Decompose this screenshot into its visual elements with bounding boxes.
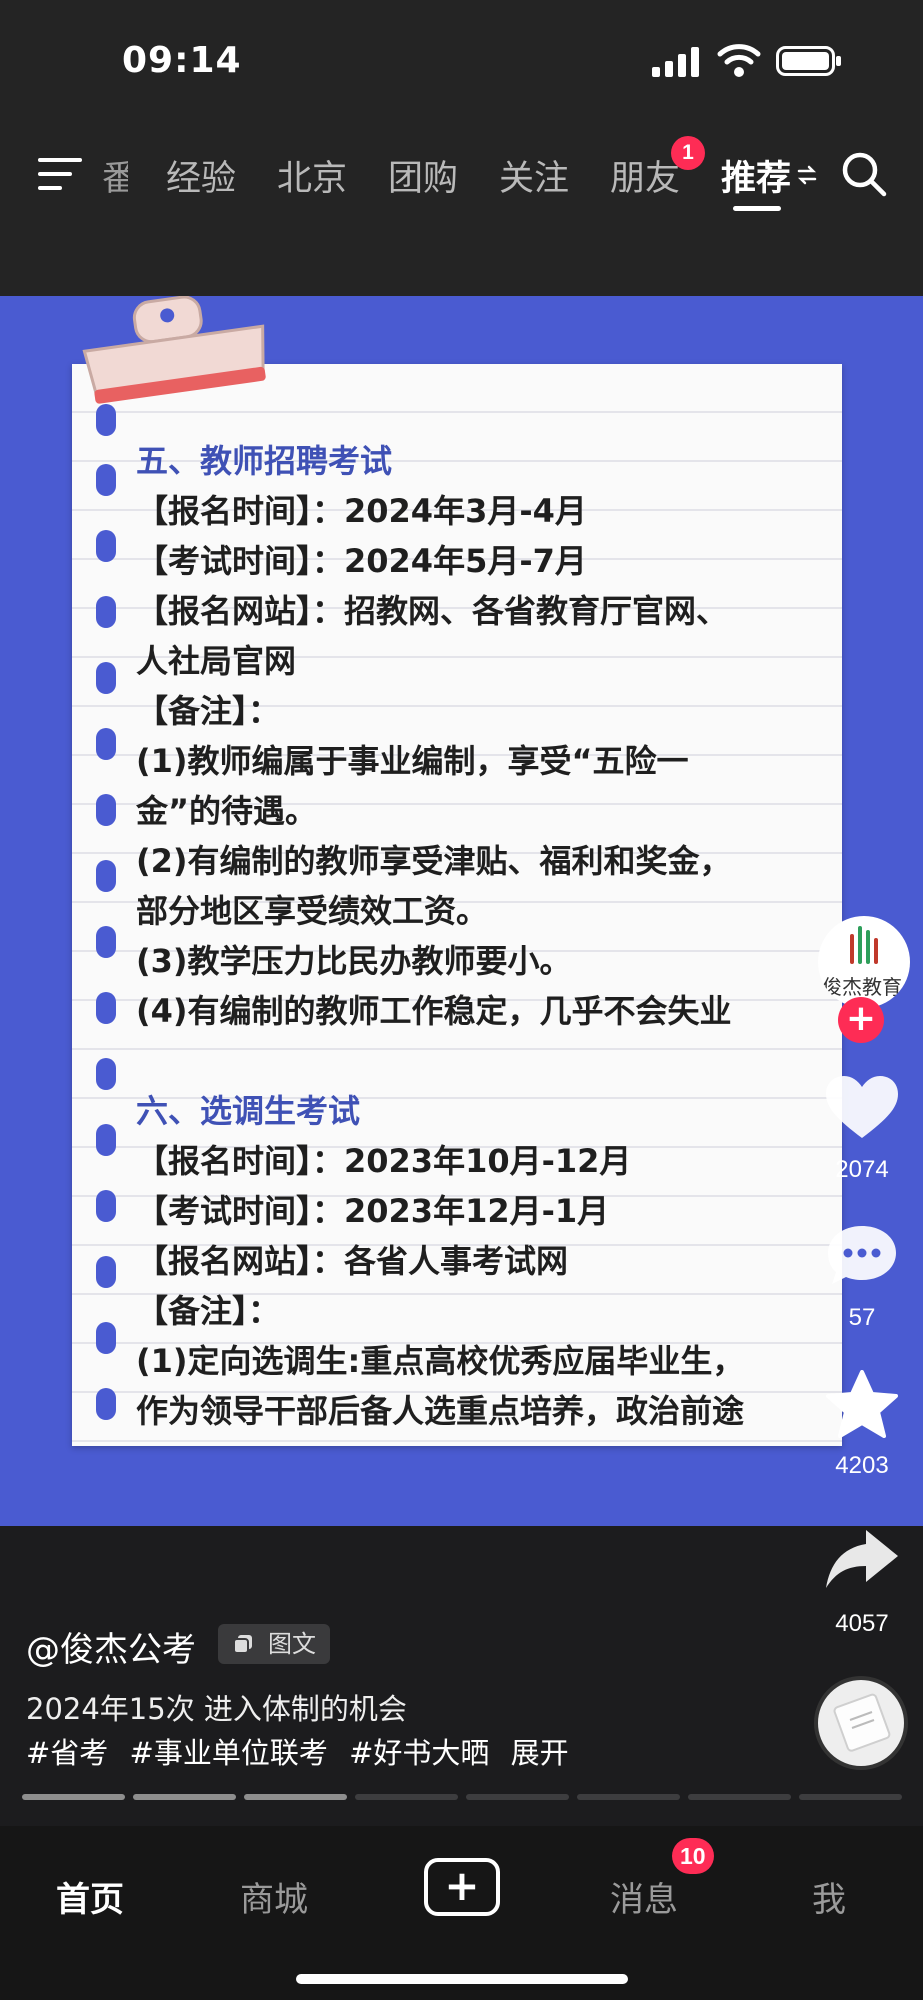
hashtag-link[interactable]: #事业单位联考 [130,1736,328,1770]
note-line: (3)教学压力比民办教师要小。 [136,942,572,980]
music-disc[interactable] [814,1676,908,1770]
binder-hole [96,992,116,1024]
tab-me[interactable]: 我 [812,1872,846,1921]
note-line: 作为领导干部后备人选重点培养，政治前途 [136,1392,745,1430]
progress-segment [133,1794,236,1800]
like-icon[interactable] [822,1072,902,1142]
section-title: 五、教师招聘考试 [136,442,393,480]
image-progress-bar [22,1794,902,1800]
search-icon[interactable] [840,150,888,198]
note-line: (1)教师编属于事业编制，享受“五险一 [136,742,689,780]
author-avatar[interactable]: 俊杰教育 [818,916,910,1008]
progress-segment [244,1794,347,1800]
note-paper: 五、教师招聘考试 【报名时间】：2024年3月-4月 【考试时间】：2024年5… [72,364,842,1446]
friends-badge: 1 [671,136,705,170]
post-caption: 2024年15次 进入体制的机会 [26,1692,407,1726]
home-indicator [296,1974,628,1984]
create-button[interactable]: + [424,1858,500,1916]
comment-icon[interactable] [822,1220,902,1290]
binder-hole [96,530,116,562]
note-line: (4)有编制的教师工作稳定，几乎不会失业 [136,992,732,1030]
tab-recommend[interactable]: 推荐 [721,150,791,201]
hashtag-link[interactable]: #省考 [26,1736,108,1770]
binder-hole [96,1388,116,1420]
battery-icon [776,46,841,76]
tab-experience[interactable]: 经验 [166,150,236,201]
tab-friends[interactable]: 朋友 [610,150,680,201]
binder-hole [96,1256,116,1288]
follow-button[interactable]: + [838,997,884,1043]
note-line: 金”的待遇。 [136,792,318,830]
tab-mall[interactable]: 商城 [240,1872,308,1921]
binder-hole [96,794,116,826]
avatar-text: 俊杰教育 [822,975,902,999]
status-time: 09:14 [122,40,242,81]
wifi-icon [717,44,761,77]
note-line: 【备注】： [136,692,281,730]
author-name[interactable]: @俊杰公考 [26,1622,196,1671]
binder-hole [96,1058,116,1090]
paper-clip-icon [82,296,266,404]
note-line: 部分地区享受绩效工资。 [136,892,489,930]
note-line: 【备注】： [136,1292,281,1330]
tab-partial[interactable]: 番 [102,150,128,201]
hashtag-link[interactable]: #好书大晒 [349,1736,489,1770]
progress-segment [22,1794,125,1800]
album-cover-icon [833,1693,891,1752]
top-nav: 番 经验 北京 团购 关注 朋友 1 推荐 [0,120,923,296]
switch-icon[interactable] [797,164,817,186]
comment-count: 57 [848,1304,876,1331]
share-count: 4057 [835,1610,889,1637]
tab-following[interactable]: 关注 [499,150,569,201]
progress-segment [355,1794,458,1800]
tab-group-buy[interactable]: 团购 [388,150,458,201]
note-line: 【报名时间】：2023年10月-12月 [136,1142,632,1180]
brand-logo-icon [850,926,878,964]
note-line: 【考试时间】：2023年12月-1月 [136,1192,610,1230]
binder-hole [96,860,116,892]
post-tags: #省考 #事业单位联考 #好书大晒 展开 [26,1730,581,1772]
progress-segment [466,1794,569,1800]
progress-segment [577,1794,680,1800]
binder-hole [96,662,116,694]
signal-icon [652,47,699,77]
note-line: 【报名网站】：各省人事考试网 [136,1242,569,1280]
bottom-tab-bar: 首页 商城 + 消息 10 我 [0,1826,923,2000]
binder-hole [96,464,116,496]
note-line: (1)定向选调生:重点高校优秀应届毕业生， [136,1342,745,1380]
binder-hole [96,596,116,628]
note-line: 【考试时间】：2024年5月-7月 [136,542,587,580]
binder-hole [96,926,116,958]
note-line: (2)有编制的教师享受津贴、福利和奖金， [136,842,732,880]
note-text: 五、教师招聘考试 【报名时间】：2024年3月-4月 【考试时间】：2024年5… [136,436,846,1436]
tab-beijing[interactable]: 北京 [277,150,347,201]
post-type-badge: 图文 [218,1624,330,1664]
menu-icon[interactable] [36,154,84,194]
tab-home[interactable]: 首页 [56,1872,124,1921]
post-type-label: 图文 [268,1630,316,1658]
note-line: 【报名时间】：2024年3月-4月 [136,492,587,530]
messages-badge: 10 [672,1838,714,1874]
image-post-icon [233,1635,252,1654]
progress-segment [688,1794,791,1800]
note-line: 人社局官网 [136,642,297,680]
binder-hole [96,1190,116,1222]
note-line: 【报名网站】：招教网、各省教育厅官网、 [136,592,729,630]
progress-segment [799,1794,902,1800]
favorite-star-icon[interactable] [822,1370,902,1440]
binder-hole [96,1124,116,1156]
status-bar: 09:14 [0,0,923,120]
active-tab-indicator [733,206,781,211]
tab-messages[interactable]: 消息 [610,1872,678,1921]
section-title: 六、选调生考试 [136,1092,361,1130]
share-icon[interactable] [822,1524,902,1594]
expand-link[interactable]: 展开 [511,1736,569,1770]
like-count: 2074 [835,1156,889,1183]
post-image[interactable]: 五、教师招聘考试 【报名时间】：2024年3月-4月 【考试时间】：2024年5… [0,296,923,1526]
favorite-count: 4203 [835,1452,889,1479]
binder-hole [96,728,116,760]
binder-hole [96,1322,116,1354]
